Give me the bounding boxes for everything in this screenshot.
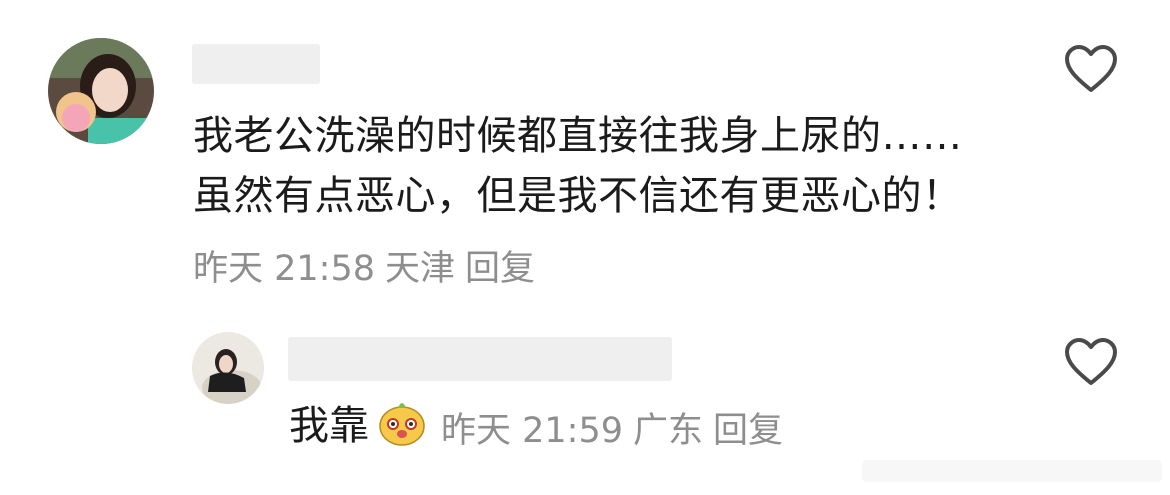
reply-location: 广东 (633, 411, 704, 451)
replier-name-redacted (288, 337, 672, 381)
comment-time: 昨天 21:58 (193, 249, 375, 289)
reply-link[interactable]: 回复 (713, 411, 783, 451)
commenter-avatar[interactable] (48, 38, 154, 144)
reply-link[interactable]: 回复 (465, 249, 535, 289)
watermark-logo (862, 452, 1162, 490)
reply-time: 昨天 21:59 (441, 411, 623, 451)
heart-icon[interactable] (1064, 44, 1118, 94)
commenter-name-redacted (192, 44, 320, 84)
comment-meta: 昨天 21:58 天津 回复 (193, 240, 545, 291)
comment-location: 天津 (385, 249, 456, 289)
cute-animal-emoji-icon (376, 396, 428, 448)
comment-text: 我老公洗澡的时候都直接往我身上尿的…… 虽然有点恶心，但是我不信还有更恶心的！ (193, 113, 963, 219)
reply-text: 我靠 (289, 403, 369, 449)
reply-meta: 昨天 21:59 广东 回复 (441, 402, 793, 453)
heart-icon[interactable] (1064, 337, 1118, 387)
replier-avatar[interactable] (192, 332, 264, 404)
